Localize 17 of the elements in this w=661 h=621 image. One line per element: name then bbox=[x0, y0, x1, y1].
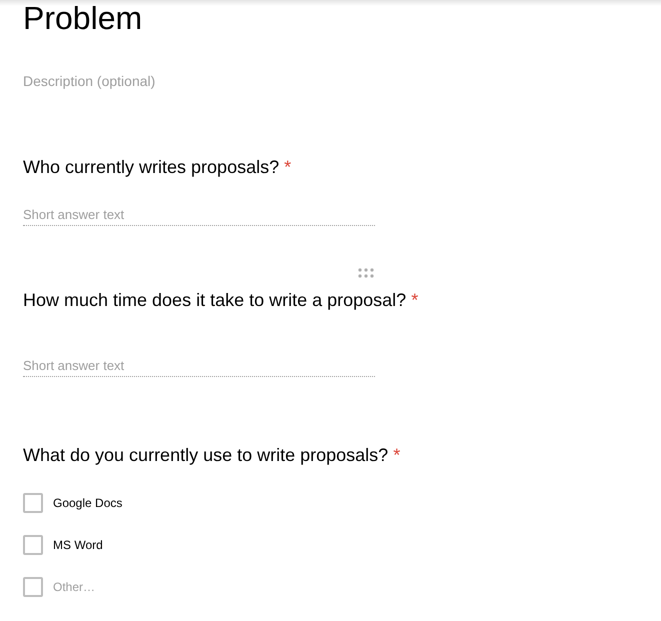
required-asterisk: * bbox=[393, 444, 400, 467]
short-answer-field[interactable]: Short answer text bbox=[23, 358, 375, 377]
question-title: How much time does it take to write a proposal? bbox=[23, 289, 406, 312]
drag-handle-icon[interactable] bbox=[357, 268, 375, 278]
option-label: Google Docs bbox=[53, 496, 122, 510]
checkbox[interactable] bbox=[23, 577, 43, 597]
description-field[interactable]: Description (optional) bbox=[23, 73, 323, 89]
question-title: Who currently writes proposals? bbox=[23, 156, 280, 179]
required-asterisk: * bbox=[411, 289, 418, 312]
checkbox[interactable] bbox=[23, 493, 43, 513]
other-option-label: Other… bbox=[53, 580, 96, 594]
question-title: What do you currently use to write proposals? bbox=[23, 444, 388, 467]
short-answer-field[interactable]: Short answer text bbox=[23, 207, 375, 226]
required-asterisk: * bbox=[284, 156, 292, 179]
checkbox[interactable] bbox=[23, 535, 43, 555]
option-label: MS Word bbox=[53, 538, 103, 552]
section-title: Problem bbox=[23, 0, 142, 36]
